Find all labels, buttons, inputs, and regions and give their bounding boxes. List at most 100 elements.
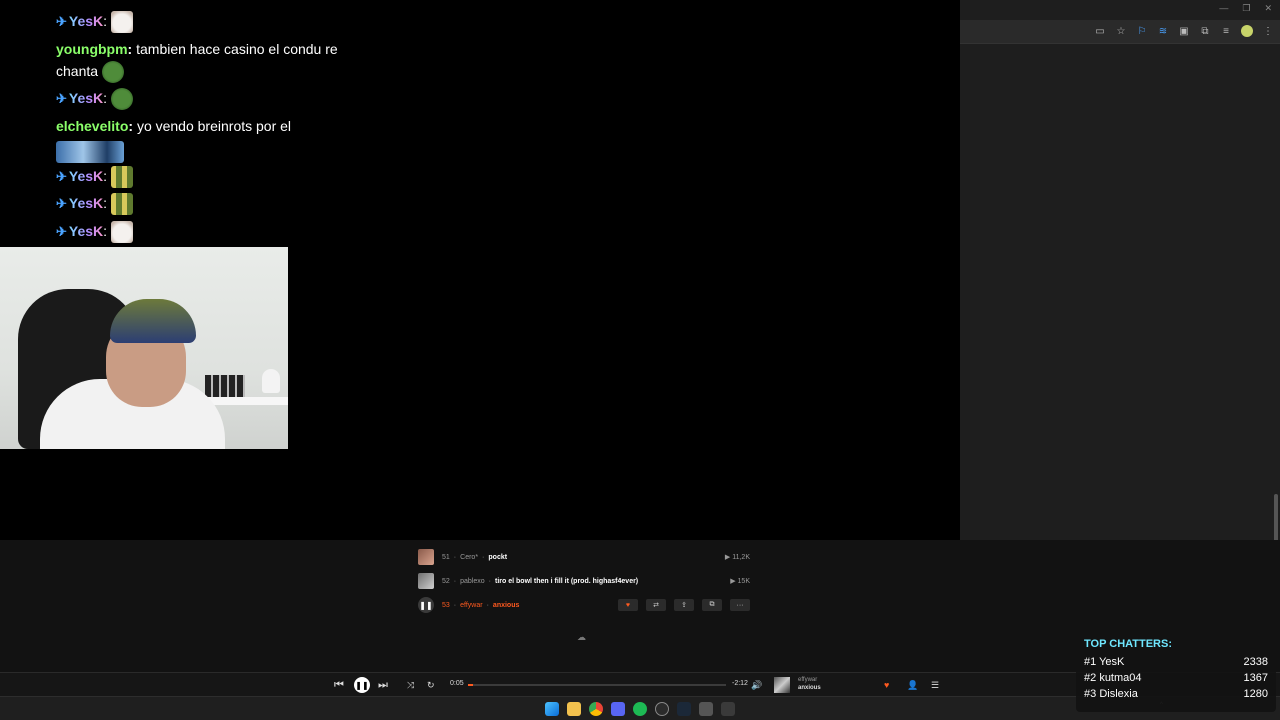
lamp	[262, 369, 280, 393]
repost-button[interactable]: ⇄	[646, 599, 666, 611]
pepe-emote	[102, 61, 125, 84]
desk-objects	[205, 375, 245, 397]
media-controls-icon[interactable]: ≡	[1220, 25, 1232, 37]
track-row[interactable]: 52 · pablexo · tiro el bowl then i fill it…	[418, 572, 752, 590]
progress-bar[interactable]	[468, 684, 726, 686]
start-icon[interactable]	[545, 702, 559, 716]
top-chatters-panel: TOP CHATTERS: #1 YesK 2338 #2 kutma04 13…	[1076, 632, 1276, 712]
chat-username: YesK	[68, 223, 104, 239]
track-title[interactable]: pockt	[488, 554, 507, 561]
chat-username: YesK	[68, 13, 104, 29]
chatter-count: 1367	[1243, 672, 1268, 684]
browser-toolbar: ▭ ☆ ⚐ ≋ ▣ ⧉ ≡ ⋮	[960, 20, 1280, 44]
top-chatters-title: TOP CHATTERS:	[1084, 638, 1173, 650]
pin-icon: ✈	[56, 14, 67, 29]
reading-list-icon[interactable]: ▣	[1178, 25, 1190, 37]
track-row[interactable]: 51 · Cero* · pockt ▶ 11,2K	[418, 548, 752, 566]
now-playing-title[interactable]: anxious	[798, 685, 821, 691]
share-button[interactable]: ⇪	[674, 599, 694, 611]
chat-message: chanta	[56, 63, 99, 79]
chrome-icon[interactable]	[589, 702, 603, 716]
discord-icon[interactable]	[611, 702, 625, 716]
browser-titlebar: — ❐ ✕	[960, 0, 1280, 20]
extension-wave-icon[interactable]: ≋	[1157, 25, 1169, 37]
eyes-emote	[111, 166, 134, 189]
file-explorer-icon[interactable]	[567, 702, 581, 716]
chat-line: ✈ YesK:	[56, 10, 134, 34]
pin-icon: ✈	[56, 224, 67, 239]
chat-username: YesK	[68, 168, 104, 184]
webcam-feed	[0, 247, 288, 449]
track-artwork	[418, 549, 434, 565]
chat-username: youngbpm	[56, 41, 128, 57]
extensions-icon[interactable]: ⧉	[1199, 25, 1211, 37]
chat-line-cont	[56, 140, 124, 164]
pin-icon: ✈	[56, 196, 67, 211]
wide-emote	[56, 141, 124, 164]
chat-line: ✈ YesK:	[56, 165, 134, 189]
chatter-rank: #3	[1084, 688, 1097, 700]
now-playing-artwork[interactable]	[774, 677, 790, 693]
steam-icon[interactable]	[677, 702, 691, 716]
chat-line: ✈ YesK:	[56, 220, 134, 244]
browser-window: — ❐ ✕ ▭ ☆ ⚐ ≋ ▣ ⧉ ≡ ⋮	[960, 0, 1280, 574]
spotify-icon[interactable]	[633, 702, 647, 716]
track-number: 51	[442, 553, 450, 561]
chat-line: ✈ YesK:	[56, 192, 134, 216]
chatter-rank: #2	[1084, 672, 1097, 684]
remaining-time: -2:12	[732, 680, 748, 687]
more-button[interactable]: ···	[730, 599, 750, 611]
chatter-name: YesK	[1099, 656, 1125, 668]
queue-icon[interactable]: ☰	[931, 677, 939, 693]
bookmark-star-icon[interactable]: ☆	[1115, 25, 1127, 37]
shuffle-icon[interactable]: ⤨	[407, 677, 414, 693]
window-controls: — ❐ ✕	[1219, 3, 1272, 14]
close-icon[interactable]: ✕	[1264, 3, 1272, 14]
follow-icon[interactable]: 👤	[907, 677, 918, 693]
play-count: ▶ 15K	[730, 578, 750, 585]
cast-icon[interactable]: ▭	[1094, 25, 1106, 37]
volume-icon[interactable]: 🔊	[751, 677, 762, 693]
copy-link-button[interactable]: ⧉	[702, 599, 722, 611]
track-number: 53	[442, 601, 450, 609]
minimize-icon[interactable]: —	[1219, 3, 1228, 14]
app-icon[interactable]	[721, 702, 735, 716]
pause-button[interactable]: ❚❚	[354, 677, 370, 693]
chatter-count: 1280	[1243, 688, 1268, 700]
elapsed-time: 0:05	[450, 680, 464, 687]
play-count: ▶ 11,2K	[724, 554, 750, 561]
chatter-rank: #1	[1084, 656, 1097, 668]
track-title[interactable]: tiro el bowl then i fill it (prod. higha…	[495, 578, 638, 585]
track-artist[interactable]: Cero*	[460, 554, 478, 561]
chat-message: yo vendo breinrots por el	[136, 118, 292, 134]
track-artwork	[418, 573, 434, 589]
progress-fill	[468, 684, 474, 686]
track-artist[interactable]: pablexo	[460, 578, 485, 585]
pause-icon[interactable]: ❚❚	[418, 597, 434, 613]
restore-icon[interactable]: ❐	[1242, 3, 1250, 14]
obs-icon[interactable]	[655, 702, 669, 716]
chat-line: ✈ YesK:	[56, 87, 134, 111]
chat-username: YesK	[68, 90, 104, 106]
like-button[interactable]: ♥	[618, 599, 638, 611]
next-icon[interactable]: ⏭	[378, 677, 388, 693]
repeat-icon[interactable]: ↻	[427, 677, 435, 693]
now-playing-artist[interactable]: effywar	[798, 677, 817, 683]
previous-icon[interactable]: ⏮	[334, 677, 344, 693]
chat-message: tambien hace casino el condu re	[136, 41, 338, 57]
pin-icon: ✈	[56, 91, 67, 106]
menu-icon[interactable]: ⋮	[1262, 25, 1274, 37]
pepe-emote	[111, 88, 134, 111]
chat-username: YesK	[68, 195, 104, 211]
chat-line-cont: chanta	[56, 60, 125, 84]
chatter-name: kutma04	[1099, 672, 1142, 684]
track-artist[interactable]: effywar	[460, 602, 482, 609]
profile-avatar[interactable]	[1241, 25, 1253, 37]
translate-icon[interactable]: ⚐	[1136, 25, 1148, 37]
track-number: 52	[442, 577, 450, 585]
like-icon[interactable]: ♥	[884, 677, 889, 693]
track-title[interactable]: anxious	[493, 602, 519, 609]
settings-icon[interactable]	[699, 702, 713, 716]
chat-line: elchevelito: yo vendo breinrots por el	[56, 118, 292, 134]
chat-username: elchevelito	[56, 118, 129, 134]
